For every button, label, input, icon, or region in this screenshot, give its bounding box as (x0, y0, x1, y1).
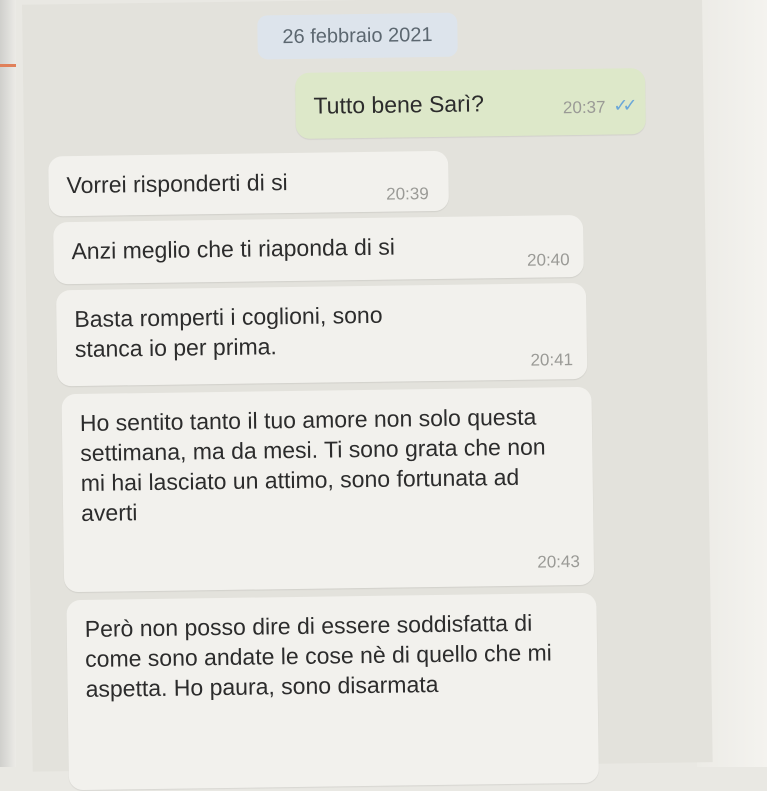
message-time: 20:39 (386, 184, 429, 204)
message-time: 20:40 (526, 250, 570, 270)
date-divider: 26 febbraio 2021 (257, 12, 458, 60)
message-time: 20:37 (562, 97, 606, 118)
message-incoming[interactable]: Anzi meglio che ti riaponda di si 20:40 (53, 214, 584, 285)
message-incoming[interactable]: Basta romperti i coglioni, sono stanca i… (56, 282, 588, 387)
message-text: Però non posso dire di essere soddisfatt… (84, 609, 552, 702)
chat-conversation[interactable]: 26 febbraio 2021 Tutto bene Sarì? 20:37 … (22, 0, 713, 791)
message-time: 20:43 (537, 552, 580, 572)
message-incoming[interactable]: Ho sentito tanto il tuo amore non solo q… (61, 386, 595, 593)
message-time: 20:41 (530, 350, 574, 370)
orange-mark-left (0, 64, 16, 67)
message-text: Anzi meglio che ti riaponda di si (71, 233, 396, 265)
message-incoming[interactable]: Vorrei risponderti di si 20:39 (48, 150, 449, 217)
read-double-check-icon: ✓✓ (613, 95, 632, 116)
message-text: Ho sentito tanto il tuo amore non solo q… (79, 403, 546, 526)
message-outgoing[interactable]: Tutto bene Sarì? 20:37 ✓✓ (295, 68, 646, 139)
photo-left-edge (0, 0, 16, 767)
message-text: Vorrei risponderti di si (66, 169, 288, 199)
message-incoming[interactable]: Però non posso dire di essere soddisfatt… (66, 592, 599, 791)
message-text: Basta romperti i coglioni, sono stanca i… (74, 301, 383, 363)
